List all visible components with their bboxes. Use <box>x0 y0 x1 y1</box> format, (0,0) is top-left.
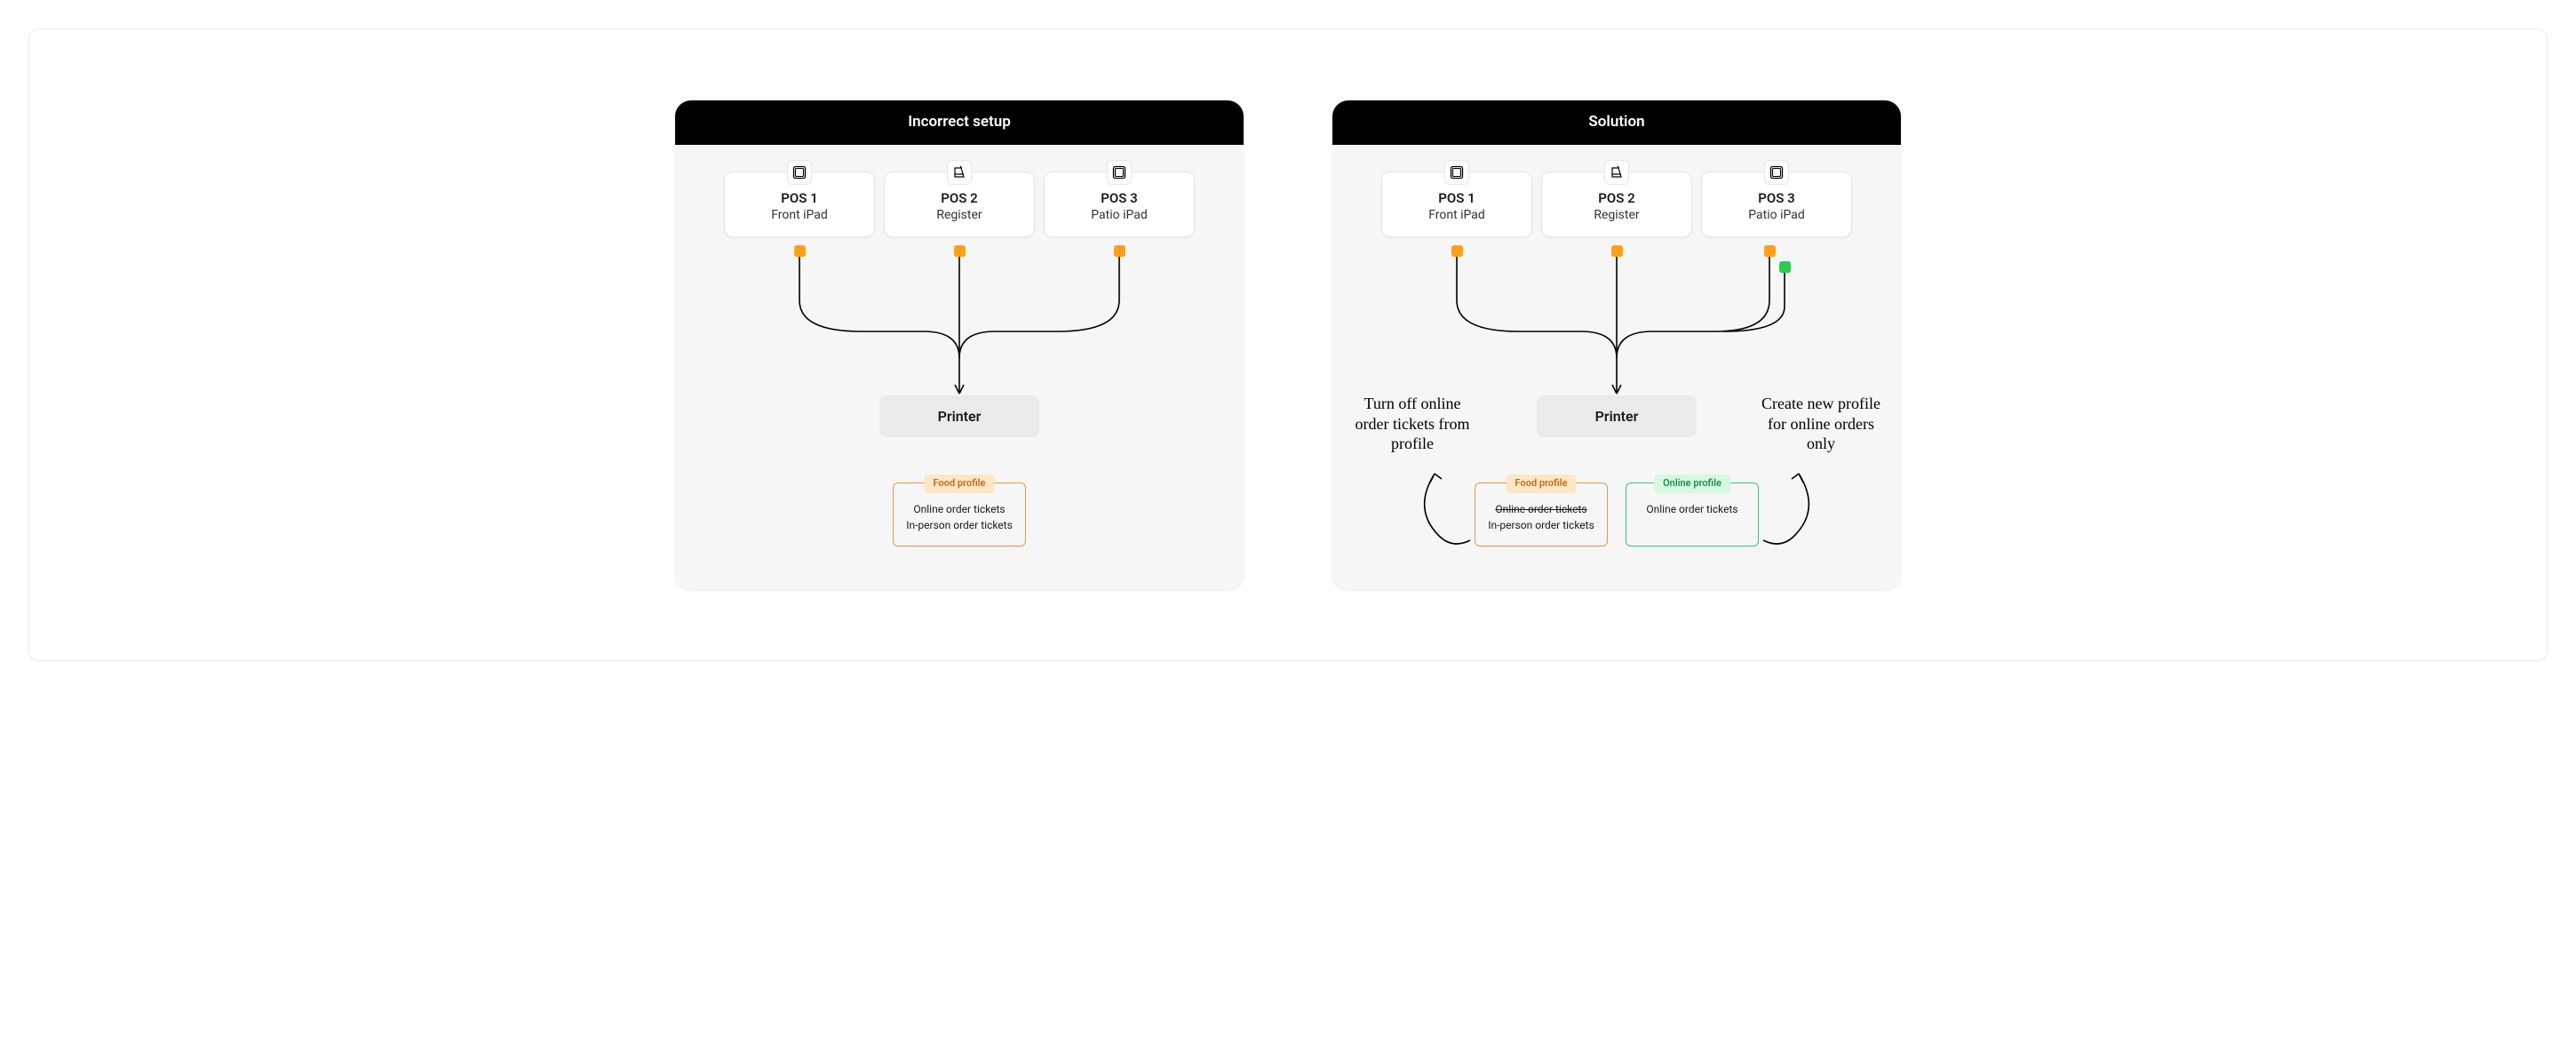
food-profile-label: Food profile <box>1507 475 1577 493</box>
printer-box: Printer <box>879 395 1039 437</box>
register-icon <box>1604 160 1629 185</box>
panel-incorrect: Incorrect setup POS 1 Front iPad POS 2 R… <box>675 100 1244 589</box>
ipad-icon <box>787 160 812 185</box>
pos-card-2: POS 2 Register <box>884 172 1035 237</box>
connector-dot-orange <box>1114 245 1125 257</box>
pos-card-3: POS 3 Patio iPad <box>1701 172 1852 237</box>
diagram-canvas: Incorrect setup POS 1 Front iPad POS 2 R… <box>28 28 2548 661</box>
ipad-icon <box>1764 160 1789 185</box>
profile-line: In-person order tickets <box>902 517 1016 533</box>
pos-sub: Patio iPad <box>1711 208 1842 222</box>
pos-card-1: POS 1 Front iPad <box>1381 172 1532 237</box>
online-profile-box: Online profile Online order tickets <box>1626 483 1759 546</box>
pos-sub: Front iPad <box>734 208 865 222</box>
pos-sub: Register <box>1551 208 1682 222</box>
pos-title: POS 1 <box>734 190 865 206</box>
connector-dot-orange <box>794 245 806 257</box>
pos-title: POS 2 <box>894 190 1025 206</box>
pos-title: POS 3 <box>1711 190 1842 206</box>
connector-dot-orange <box>1451 245 1463 257</box>
annotation-turn-off: Turn off online order tickets from profi… <box>1350 394 1475 454</box>
connector-dot-green <box>1779 261 1791 273</box>
pos-card-1: POS 1 Front iPad <box>724 172 875 237</box>
panel-title-right: Solution <box>1332 100 1901 145</box>
panel-title-left: Incorrect setup <box>675 100 1244 145</box>
food-profile-box: Food profile Online order tickets In-per… <box>1475 483 1608 546</box>
profile-line-strike: Online order tickets <box>1484 501 1598 517</box>
pos-sub: Patio iPad <box>1053 208 1185 222</box>
ipad-icon <box>1444 160 1469 185</box>
printer-box: Printer <box>1537 395 1697 437</box>
pos-card-3: POS 3 Patio iPad <box>1044 172 1195 237</box>
pos-sub: Front iPad <box>1391 208 1523 222</box>
profile-line: In-person order tickets <box>1484 517 1598 533</box>
pos-card-2: POS 2 Register <box>1541 172 1692 237</box>
profile-line: Online order tickets <box>1635 501 1749 517</box>
pos-title: POS 2 <box>1551 190 1682 206</box>
profile-line <box>1635 517 1749 533</box>
annotation-create-new: Create new profile for online orders onl… <box>1759 394 1883 454</box>
food-profile-box: Food profile Online order tickets In-per… <box>893 483 1026 546</box>
register-icon <box>947 160 972 185</box>
pos-title: POS 3 <box>1053 190 1185 206</box>
pos-title: POS 1 <box>1391 190 1523 206</box>
connector-dot-orange <box>1764 245 1776 257</box>
connector-dot-orange <box>1611 245 1623 257</box>
connector-dot-orange <box>954 245 966 257</box>
pos-sub: Register <box>894 208 1025 222</box>
panel-solution: Solution POS 1 Front iPad POS 2 Register <box>1332 100 1901 589</box>
food-profile-label: Food profile <box>925 475 995 493</box>
online-profile-label: Online profile <box>1654 475 1730 493</box>
profile-line: Online order tickets <box>902 501 1016 517</box>
ipad-icon <box>1107 160 1132 185</box>
